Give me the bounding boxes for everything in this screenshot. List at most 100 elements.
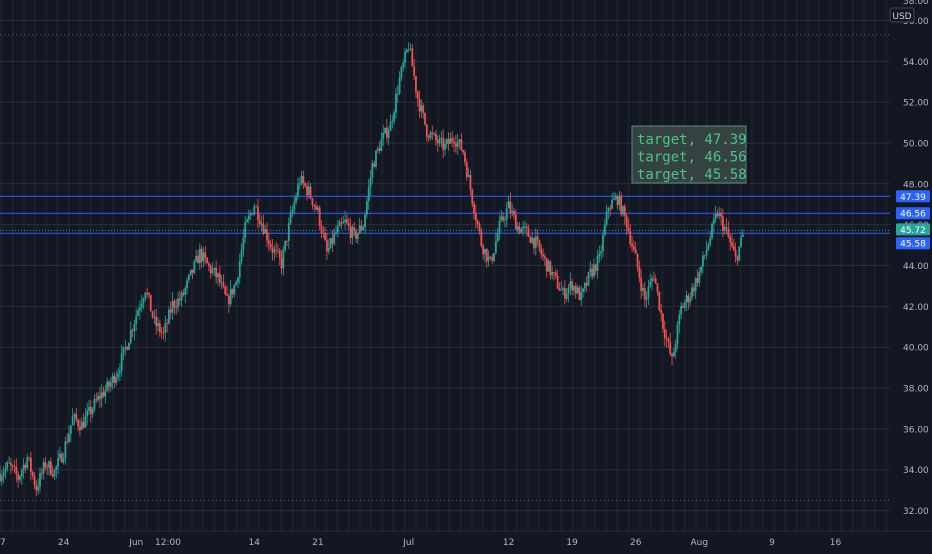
candle-body — [340, 222, 343, 224]
candle-body — [98, 395, 101, 399]
candle-body — [518, 226, 521, 233]
candle-body — [380, 139, 383, 151]
time-axis[interactable]: 17 24 Jun 12:00 14 21 Jul 12 19 26 Aug 9 16 — [0, 530, 932, 550]
price-chart[interactable]: 32.0034.0036.0038.0040.0042.0044.0046.00… — [0, 0, 932, 550]
candle-body — [680, 306, 683, 315]
candle-body — [267, 240, 270, 244]
candle-body — [482, 245, 485, 255]
candle-body — [656, 283, 659, 292]
candle-body — [117, 373, 119, 378]
candle-body — [442, 137, 445, 150]
candle-body — [111, 375, 114, 383]
candle-body — [13, 466, 16, 467]
candle-body — [49, 461, 52, 475]
candle-body — [331, 238, 334, 244]
candle-body — [474, 213, 477, 221]
candle-body — [55, 466, 58, 470]
candle-body — [496, 233, 499, 242]
candle-body — [249, 213, 252, 216]
candle-body — [542, 254, 544, 257]
candle-body — [371, 163, 374, 178]
candle-body — [375, 150, 377, 167]
candle-body — [573, 286, 575, 291]
candle-body — [547, 261, 550, 272]
candle-body — [369, 177, 372, 188]
candle-body — [420, 105, 423, 112]
candle-body — [177, 298, 179, 308]
candle-body — [498, 220, 501, 234]
candle-body — [389, 121, 392, 132]
candle-body — [75, 414, 78, 421]
candle-body — [696, 278, 699, 283]
candle-body — [425, 124, 428, 137]
candle-body — [691, 287, 693, 298]
time-tick-label: Aug — [690, 538, 708, 548]
candle-body — [271, 247, 274, 253]
candle-body — [565, 293, 568, 299]
candle-body — [649, 281, 652, 287]
candle-body — [456, 141, 459, 147]
candle-body — [171, 300, 174, 313]
candle-body — [351, 227, 354, 239]
price-tick-label-partial: 58.00 — [903, 0, 929, 7]
candle-body — [638, 267, 641, 278]
candle-body — [663, 328, 666, 339]
candle-body — [703, 255, 706, 257]
currency-label-box[interactable]: USD — [889, 7, 915, 23]
candle-body — [220, 282, 223, 284]
candle-body — [66, 441, 69, 443]
candle-body — [187, 274, 190, 281]
grid-lines — [0, 19, 890, 512]
candle-body — [222, 282, 225, 287]
candle-body — [224, 286, 227, 295]
target-annotation-box[interactable]: target, 47.39 target, 46.56target, 45.58 — [631, 125, 747, 184]
target-lines[interactable] — [0, 195, 890, 234]
candle-body — [260, 223, 263, 225]
price-axis[interactable]: 32.0034.0036.0038.0040.0042.0044.0046.00… — [890, 0, 932, 550]
candle-body — [258, 220, 261, 225]
candle-body — [148, 292, 150, 295]
candle-body — [429, 132, 432, 139]
candle-body — [720, 213, 722, 217]
chart-canvas[interactable]: 32.0034.0036.0038.0040.0042.0044.0046.00… — [0, 0, 932, 550]
candle-body — [729, 236, 732, 243]
dotted-level-lines — [0, 34, 890, 501]
candle-body — [44, 462, 47, 468]
candle-body — [88, 406, 90, 411]
candle-body — [77, 420, 80, 427]
candle-body — [504, 219, 506, 221]
candle-body — [306, 186, 308, 195]
candle-body — [709, 237, 712, 245]
candle-body — [396, 93, 399, 95]
candle-body — [4, 468, 7, 473]
candle-body — [149, 294, 152, 312]
candle-body — [227, 295, 230, 305]
time-tick-label: 19 — [566, 538, 578, 548]
candle-body — [494, 241, 497, 254]
price-tick-label: 52.00 — [903, 99, 929, 109]
candle-body — [346, 219, 348, 223]
candle-body — [485, 248, 488, 262]
candle-body — [120, 353, 123, 371]
candle-body — [445, 139, 448, 144]
candle-body — [206, 257, 208, 264]
candle-body — [373, 163, 376, 167]
candle-body — [296, 184, 299, 197]
candle-body — [645, 297, 648, 300]
candle-body — [226, 294, 228, 296]
time-tick-label: 17 — [0, 538, 6, 548]
candle-body — [636, 253, 639, 268]
price-tick-label: 48.00 — [903, 180, 929, 190]
candle-body — [605, 211, 608, 225]
candle-body — [342, 221, 345, 224]
candle-body — [578, 287, 581, 301]
candle-body — [522, 226, 525, 229]
candle-body — [454, 143, 457, 147]
candle-body — [289, 213, 292, 224]
time-tick-label: 12 — [503, 538, 514, 548]
candle-body — [614, 196, 617, 199]
candle-body — [538, 240, 541, 249]
candle-body — [302, 175, 305, 184]
candle-body — [415, 76, 417, 92]
candle-body — [714, 213, 717, 220]
